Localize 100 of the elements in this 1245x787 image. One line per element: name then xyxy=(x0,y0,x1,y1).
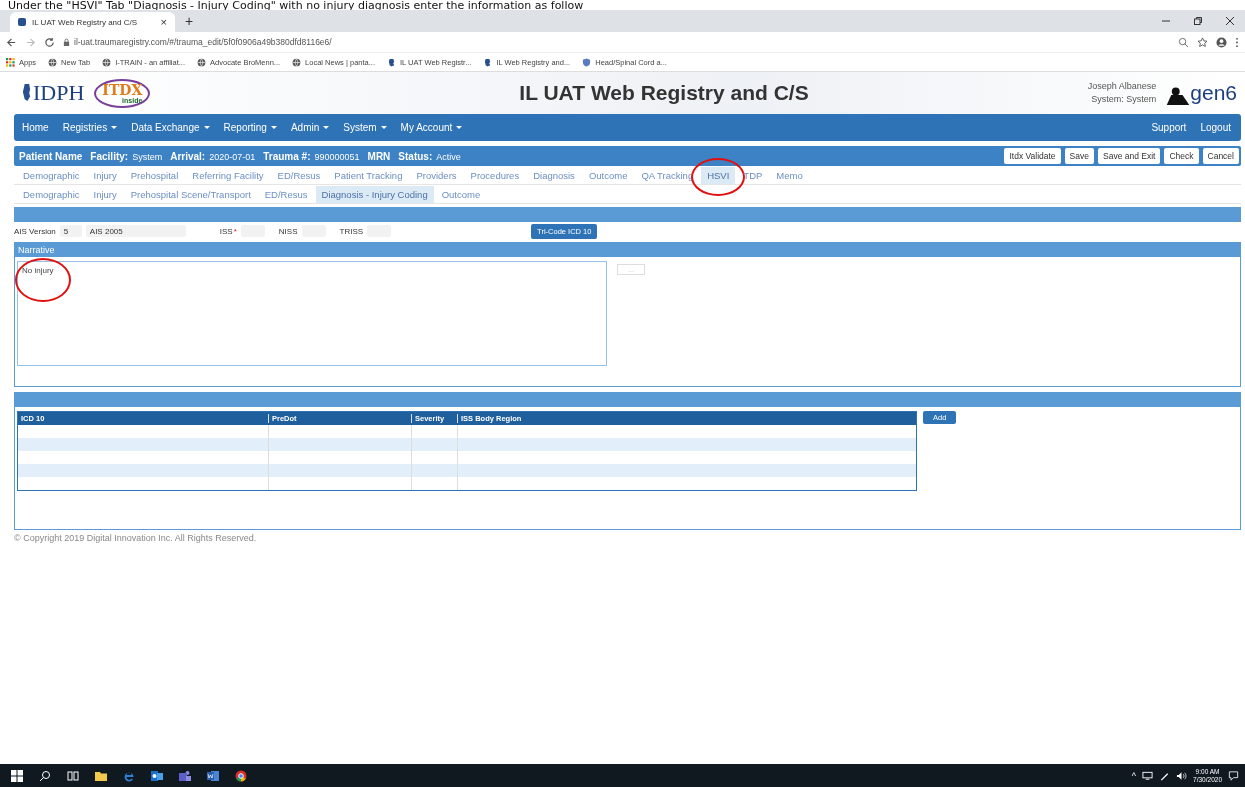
panel-title: Narrative xyxy=(18,245,55,255)
patient-field-label: Facility: xyxy=(90,150,129,162)
nav-menu-item[interactable]: Reporting xyxy=(223,122,277,133)
field-label: NISS xyxy=(278,226,298,236)
record-tab[interactable]: Prehospital xyxy=(124,166,185,184)
patient-field-label: MRN xyxy=(367,150,391,162)
section-tab[interactable]: Demographic xyxy=(17,185,86,203)
action-button[interactable]: Check xyxy=(1164,148,1199,164)
patient-field-label: Trauma #: xyxy=(263,150,311,162)
section-tab[interactable]: Injury xyxy=(87,185,123,203)
close-tab-button[interactable]: × xyxy=(160,16,167,28)
section-tab[interactable]: ED/Resus xyxy=(258,185,314,203)
menu-icon[interactable] xyxy=(1235,36,1239,48)
nav-menu-item[interactable]: Registries xyxy=(62,122,118,133)
caret-icon xyxy=(323,126,330,129)
logo-text: IDPH xyxy=(33,80,85,106)
document-app-icon[interactable] xyxy=(207,769,219,782)
record-tab[interactable]: ED/Resus xyxy=(271,166,327,184)
record-tab[interactable]: HSVI xyxy=(701,166,736,184)
caret-icon xyxy=(270,126,277,129)
globe-icon xyxy=(292,57,302,67)
action-button[interactable]: Save xyxy=(1064,148,1094,164)
caret-icon xyxy=(203,126,210,129)
patient-field-label: Arrival: xyxy=(170,150,206,162)
restore-icon[interactable] xyxy=(1193,16,1203,26)
network-icon[interactable] xyxy=(1142,770,1154,781)
section-tab[interactable]: Prehospital Scene/Transport xyxy=(124,185,257,203)
nav-menu-item[interactable]: System xyxy=(343,122,387,133)
site-favicon-icon xyxy=(18,18,26,26)
logo-text: gen6 xyxy=(1190,81,1237,105)
caret-icon xyxy=(456,126,463,129)
section-tab[interactable]: Diagnosis - Injury Coding xyxy=(315,185,434,203)
patient-field-label: Status: xyxy=(398,150,433,162)
notification-icon[interactable] xyxy=(1228,770,1239,781)
record-tab[interactable]: Referring Facility xyxy=(186,166,270,184)
back-arrow-icon[interactable] xyxy=(6,36,17,48)
section-tab[interactable]: Outcome xyxy=(435,185,487,203)
record-tab[interactable]: Injury xyxy=(87,166,123,184)
record-tab[interactable]: Providers xyxy=(410,166,463,184)
apps-grid-icon xyxy=(6,57,15,67)
close-icon[interactable] xyxy=(1225,16,1235,26)
star-icon[interactable] xyxy=(1197,36,1208,48)
required-marker: * xyxy=(233,226,237,236)
patient-field-label: Patient Name xyxy=(19,150,83,162)
address-bar[interactable]: il-uat.traumaregistry.com/#/trauma_edit/5f0f0906a49b380dfd8116e6/ xyxy=(74,37,332,47)
copyright-text: © Copyright 2019 Digital Innovation Inc. All Rights Reserved. xyxy=(14,533,258,543)
state-map-icon xyxy=(22,83,31,103)
field-label: AIS Version xyxy=(14,226,56,236)
record-tab[interactable]: Demographic xyxy=(17,166,86,184)
user-name: Joseph Albanese xyxy=(1087,80,1157,93)
show-hidden-icons-button[interactable]: ^ xyxy=(1131,770,1137,781)
pen-icon[interactable] xyxy=(1159,770,1171,781)
nav-menu-item[interactable]: Admin xyxy=(290,122,330,133)
task-view-icon[interactable] xyxy=(67,769,79,782)
patient-field-value: Active xyxy=(436,150,461,162)
caret-icon xyxy=(380,126,387,129)
folder-icon[interactable] xyxy=(95,769,107,782)
record-tab[interactable]: Patient Tracking xyxy=(328,166,409,184)
mail-app-icon[interactable] xyxy=(151,769,163,782)
globe-icon xyxy=(48,57,58,67)
logo-text: ITDX xyxy=(102,82,143,97)
record-tab[interactable]: Outcome xyxy=(582,166,634,184)
nav-link[interactable]: Support xyxy=(1151,122,1187,133)
field-label: TRISS xyxy=(339,226,364,236)
nav-menu-item[interactable]: My Account xyxy=(400,122,463,133)
record-tab[interactable]: Procedures xyxy=(464,166,526,184)
shield-icon xyxy=(582,57,592,67)
action-button[interactable]: Save and Exit xyxy=(1098,148,1161,164)
windows-start-icon[interactable] xyxy=(11,769,23,782)
nav-menu-item[interactable]: Home xyxy=(22,122,49,133)
field-label: ISS xyxy=(219,226,233,236)
reload-icon[interactable] xyxy=(44,36,55,48)
ais-name-field[interactable]: AIS 2005 xyxy=(85,225,186,237)
nav-link[interactable]: Logout xyxy=(1200,122,1231,133)
people-app-icon[interactable] xyxy=(179,769,191,782)
caret-icon xyxy=(111,126,118,129)
app-title: IL UAT Web Registry and C/S xyxy=(518,81,810,105)
record-tab[interactable]: Diagnosis xyxy=(527,166,581,184)
person-at-desk-icon xyxy=(1166,87,1191,105)
profile-icon[interactable] xyxy=(1216,36,1227,48)
narrative-text-area[interactable]: No injury xyxy=(17,261,607,366)
search-icon[interactable] xyxy=(39,769,51,782)
globe-icon xyxy=(197,57,207,67)
user-role: System: System xyxy=(1091,93,1157,106)
browser-tab[interactable]: IL UAT Web Registry and C/S × xyxy=(10,12,175,32)
ais-version-field[interactable]: 5 xyxy=(59,225,82,237)
nav-menu-item[interactable]: Data Exchange xyxy=(131,122,210,133)
patient-field-value: System xyxy=(132,150,163,162)
browser-app-icon[interactable] xyxy=(235,769,247,782)
zoom-icon[interactable] xyxy=(1178,36,1189,48)
state-map-icon xyxy=(483,57,493,67)
globe-icon xyxy=(102,57,112,67)
lock-icon xyxy=(63,37,70,47)
action-button[interactable]: Itdx Validate xyxy=(1004,148,1061,164)
state-map-icon xyxy=(387,57,396,67)
browser-tab-title: IL UAT Web Registry and C/S xyxy=(32,17,139,27)
new-tab-button[interactable]: + xyxy=(185,13,194,29)
action-button[interactable]: Cancel xyxy=(1202,148,1239,164)
record-tab[interactable]: Memo xyxy=(770,166,809,184)
volume-icon[interactable] xyxy=(1176,770,1188,781)
